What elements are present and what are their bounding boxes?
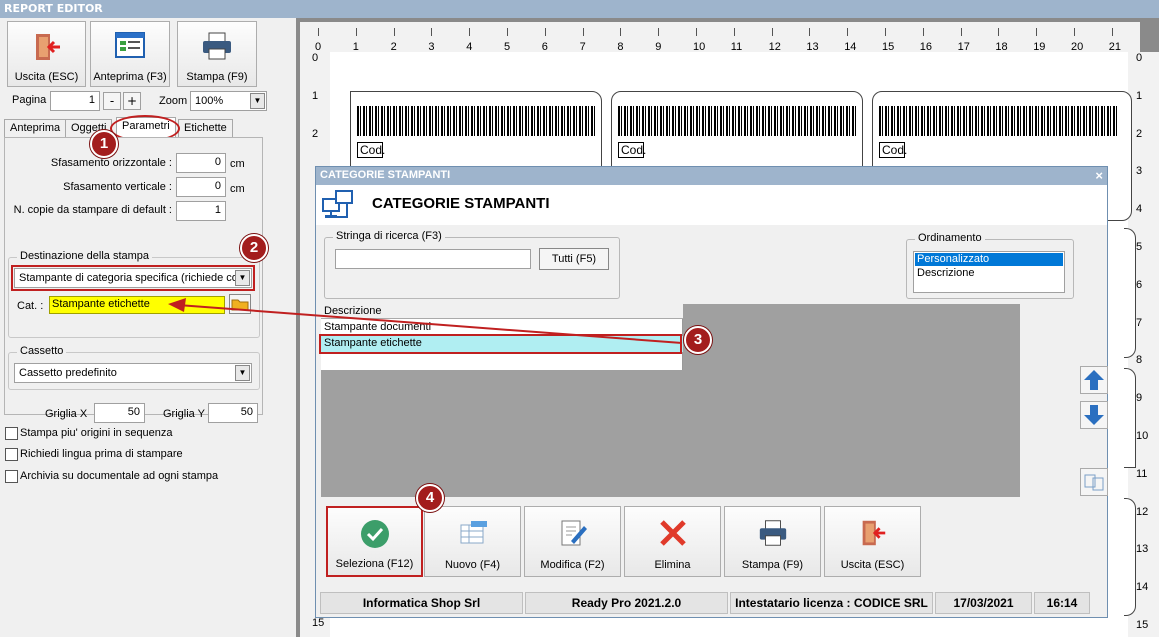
step-marker-4: 4 <box>416 484 444 512</box>
step-marker-1: 1 <box>90 130 118 158</box>
step-marker-3: 3 <box>684 326 712 354</box>
step-marker-2: 2 <box>240 234 268 262</box>
annotation-arrow <box>168 298 683 344</box>
